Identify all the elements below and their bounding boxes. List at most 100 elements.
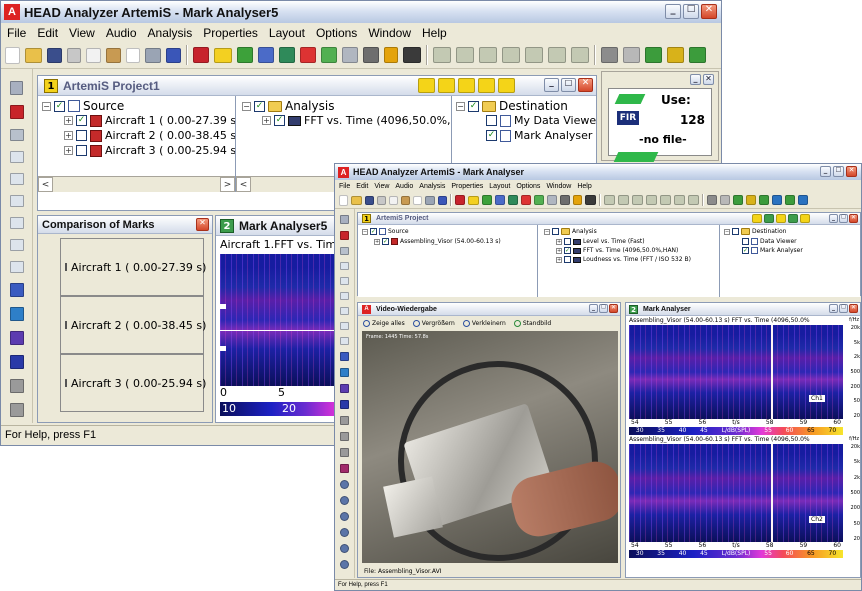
menu-item-analysis[interactable]: Analysis	[148, 26, 193, 40]
bar-tool-icon[interactable]	[525, 47, 543, 63]
expand-icon[interactable]: +	[64, 116, 73, 125]
paste-icon[interactable]	[106, 47, 121, 63]
view-icon[interactable]	[9, 261, 24, 273]
view-icon[interactable]	[340, 277, 349, 285]
analysis-root[interactable]: − ✓ Analysis	[236, 99, 334, 113]
item-checkbox[interactable]: ✓	[486, 130, 497, 141]
layout-icon[interactable]	[601, 47, 618, 63]
item-checkbox[interactable]	[564, 238, 571, 245]
view-icon[interactable]	[9, 173, 24, 185]
expand-icon[interactable]: +	[64, 131, 73, 140]
bar-tool-icon[interactable]	[479, 47, 497, 63]
menu-item-layout[interactable]: Layout	[489, 183, 510, 190]
mark-tool-icon[interactable]	[9, 105, 24, 119]
color-map-icon[interactable]	[340, 368, 349, 377]
destination-root[interactable]: − Destination	[720, 228, 786, 235]
gray-tool-icon[interactable]	[9, 403, 24, 417]
menu-item-properties[interactable]: Properties	[451, 183, 483, 190]
up-icon[interactable]	[458, 78, 475, 93]
video-frame[interactable]: Frame: 1445 Time: 57.8s	[362, 331, 618, 563]
disc-icon[interactable]	[340, 480, 349, 489]
up-icon[interactable]	[776, 214, 786, 223]
doc-icon[interactable]	[800, 214, 810, 223]
doc-icon[interactable]	[498, 78, 515, 93]
analysis-grid-icon[interactable]	[455, 195, 465, 205]
disc-icon[interactable]	[340, 544, 349, 553]
item-checkbox[interactable]: ✓	[742, 247, 749, 254]
analysis-grid-icon[interactable]	[193, 47, 209, 63]
view-icon[interactable]	[9, 239, 24, 251]
item-checkbox[interactable]	[742, 238, 749, 245]
video-close-button[interactable]: ✕	[609, 304, 618, 313]
print-icon[interactable]	[145, 47, 161, 63]
maximize-button[interactable]: □	[683, 4, 699, 19]
menu-item-window[interactable]: Window	[546, 183, 571, 190]
bar-tool-icon[interactable]	[571, 47, 589, 63]
minimize-button[interactable]: _	[665, 4, 681, 19]
fir-icon[interactable]: FIR	[617, 111, 639, 125]
analyser-close-button[interactable]: ✕	[849, 304, 858, 313]
collapse-icon[interactable]: −	[456, 101, 465, 111]
save-icon[interactable]	[365, 195, 374, 205]
menu-item-properties[interactable]: Properties	[203, 26, 258, 40]
disc-icon[interactable]	[340, 560, 349, 569]
gray-tool-icon[interactable]	[340, 432, 349, 441]
menu-item-options[interactable]: Options	[316, 26, 357, 40]
color-map-icon[interactable]	[9, 283, 24, 297]
step-icon[interactable]	[764, 214, 774, 223]
tile-icon[interactable]	[772, 195, 782, 205]
item-checkbox[interactable]: ✓	[564, 247, 571, 254]
bar-tool-icon[interactable]	[674, 195, 685, 205]
video-restore-button[interactable]: □	[599, 304, 608, 313]
bar-tool-icon[interactable]	[548, 47, 566, 63]
triangle-icon[interactable]	[788, 214, 798, 223]
print-icon[interactable]	[425, 195, 435, 205]
layout-icon[interactable]	[623, 47, 640, 63]
menu-item-view[interactable]: View	[374, 183, 389, 190]
bar-tool-icon[interactable]	[688, 195, 699, 205]
menu-item-file[interactable]: File	[339, 183, 350, 190]
view-icon[interactable]	[9, 217, 24, 229]
color-map-icon[interactable]	[340, 352, 349, 361]
analysis-checkbox[interactable]	[552, 228, 559, 235]
analysis-root[interactable]: − Analysis	[538, 228, 597, 235]
player-close-button[interactable]: ✕	[703, 74, 714, 85]
color-map-icon[interactable]	[9, 307, 24, 321]
tool-icon[interactable]	[10, 81, 23, 95]
item-checkbox[interactable]: ✓	[76, 115, 87, 126]
step-icon[interactable]	[438, 78, 455, 93]
menu-item-analysis[interactable]: Analysis	[419, 183, 445, 190]
disc-icon[interactable]	[340, 528, 349, 537]
play-icon[interactable]	[237, 47, 253, 63]
bar-tool-icon[interactable]	[456, 47, 474, 63]
destination-checkbox[interactable]: ✓	[468, 100, 479, 112]
project-minimize-button[interactable]: _	[544, 78, 559, 92]
tile-icon[interactable]	[667, 47, 684, 63]
bar-tool-icon[interactable]	[660, 195, 671, 205]
analysis-item[interactable]: + ✓ FFT vs. Time (4096,50.0%,HAN)	[236, 114, 451, 127]
destination-item[interactable]: My Data Viewer	[452, 114, 596, 127]
collapse-icon[interactable]: −	[242, 101, 251, 111]
minimize-button[interactable]: _	[820, 166, 831, 177]
open-folder-icon[interactable]	[25, 47, 42, 63]
source-root[interactable]: − ✓ Source	[38, 99, 124, 113]
tool-icon[interactable]	[340, 215, 349, 224]
airplane-icon[interactable]	[752, 214, 762, 223]
item-checkbox[interactable]	[564, 256, 571, 263]
disc-icon[interactable]	[340, 512, 349, 521]
scroll-left-icon[interactable]: <	[236, 177, 251, 192]
triangle-icon[interactable]	[478, 78, 495, 93]
view-icon[interactable]	[9, 195, 24, 207]
analysis-item[interactable]: + ✓ FFT vs. Time (4096,50.0%,HAN)	[538, 247, 678, 254]
tile-icon[interactable]	[785, 195, 795, 205]
collapse-icon[interactable]: −	[724, 228, 730, 235]
menu-item-options[interactable]: Options	[516, 183, 540, 190]
airplane-icon[interactable]	[418, 78, 435, 93]
color-map-icon[interactable]	[340, 384, 349, 393]
item-checkbox[interactable]: ✓	[274, 115, 285, 126]
comparison-row[interactable]: Aircraft 2 ( 0.00-38.45 s)	[60, 296, 206, 354]
analysis-item[interactable]: + Level vs. Time (Fast)	[538, 238, 645, 245]
view-icon[interactable]	[340, 262, 349, 270]
cut-icon[interactable]	[67, 47, 81, 63]
comparison-close-button[interactable]: ✕	[196, 218, 209, 231]
